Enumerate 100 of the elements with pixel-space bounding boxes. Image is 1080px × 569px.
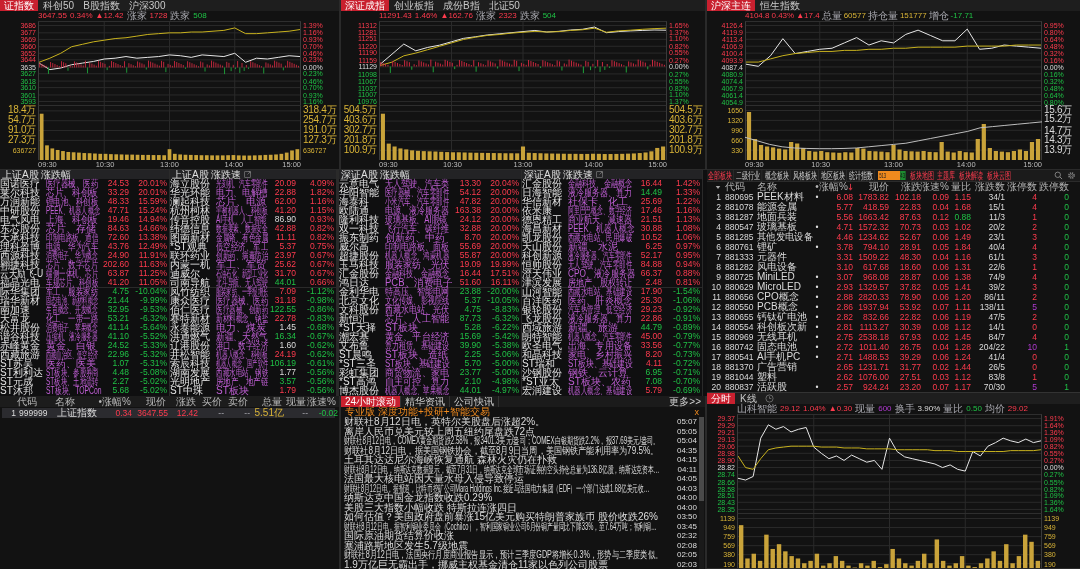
sector-tab[interactable]: 全部板块 (707, 170, 734, 181)
news-tab[interactable]: 精华资讯 (401, 396, 451, 407)
sector-link[interactable]: 板块云图 (985, 170, 1012, 181)
stock-name[interactable]: 鸿日达 (339, 278, 369, 287)
news-headline[interactable]: 美股三大指数小幅收跌 特斯拉连涨四日 (344, 502, 517, 512)
news-tab[interactable]: 24小时滚动 (341, 396, 402, 407)
sector-name[interactable]: 地面兵装 (757, 212, 797, 222)
stock-name[interactable]: 振东制药 (339, 233, 379, 242)
stock-name[interactable]: 海立股份 (170, 179, 210, 188)
stock-name[interactable]: 西域旅游 (522, 323, 562, 332)
stock-name[interactable]: 湖南发展 (170, 368, 210, 377)
stock-name[interactable]: 双一科技 (339, 224, 379, 233)
stock-name[interactable]: 纬德信息 (170, 224, 210, 233)
column-header[interactable]: 涨幅% (102, 396, 130, 407)
stock-name[interactable]: 光明地产 (170, 377, 210, 386)
news-headline[interactable]: 纳斯达克中国金龙指数收跌0.29% (344, 493, 493, 503)
stock-name[interactable]: 博杰股份 (339, 386, 379, 395)
stock-name[interactable]: 万润新能 (0, 197, 40, 206)
news-headline[interactable]: 财联社8月12日电，据报道，比特币挖矿公司Mara Holdings Inc.接近与法国电力集团（EDF）一个部门达成1.68亿美元收… (344, 483, 650, 493)
column-header[interactable]: 跌停数 (1039, 182, 1069, 192)
sector-name[interactable]: 无线耳机 (757, 332, 797, 342)
sector-name[interactable]: 塑料 (757, 372, 777, 382)
stock-name[interactable]: 松井股份 (0, 323, 40, 332)
stock-name[interactable]: 百洋医药 (522, 296, 562, 305)
sector-link[interactable]: 板块地图 (908, 170, 935, 181)
column-header[interactable]: 买价 (196, 396, 222, 407)
stock-name[interactable]: 辽港股份 (170, 341, 210, 350)
news-headline[interactable]: 1.9万亿巨无霸出手，挪威主权基金清仓11家以色列公司股票 (344, 559, 609, 569)
stock-name[interactable]: 华信新材 (522, 197, 562, 206)
sector-name[interactable]: AI手机PC (757, 352, 801, 362)
stock-name[interactable]: *ST天择 (339, 323, 376, 332)
sector-name[interactable]: 钙钛矿电池 (757, 312, 807, 322)
stock-name[interactable]: ST利利达 (0, 368, 43, 377)
stock-name[interactable]: 海昌新材 (522, 224, 562, 233)
promo-text[interactable]: 深度功能+投研+智能交易 (378, 407, 490, 417)
news-headline[interactable]: 财联社8月12日电，据美国钢铁协会，截至8月9日当周，美国钢铁产能利用率为79.5%。 (344, 445, 659, 455)
stock-name[interactable]: 联环药业 (170, 251, 210, 260)
stock-name[interactable]: 和晶科技 (522, 350, 562, 359)
stock-name[interactable]: 山河智能 (522, 287, 562, 296)
sector-name[interactable]: PEEK材料 (757, 192, 804, 202)
sector-name[interactable]: 科创板次新 (757, 322, 807, 332)
column-header[interactable]: 名称 (757, 182, 777, 192)
column-header[interactable]: 现量 (282, 396, 306, 407)
news-headline[interactable]: 财联社8月12日电，据智利铜业委员会（Cochilco），智利国家铜业公司6月份铜产量同比下降33%，至7.64万吨；智利铜… (344, 521, 657, 531)
sector-name[interactable]: 固态电池 (757, 342, 797, 352)
stock-name[interactable]: 天承科技 (0, 233, 40, 242)
news-headline[interactable]: 财联社8月12日电，法国央行月度商业报告显示，预计三季度GDP将增长0.3%，形势与二季度类似。 (344, 550, 663, 560)
stock-name[interactable]: 洪通燃气 (170, 332, 210, 341)
stock-name[interactable]: 北京文化 (339, 296, 379, 305)
sector-name[interactable]: 广告营销 (757, 362, 797, 372)
news-headline[interactable]: 财联社8月12日电，纳斯达克数据显示，截至7月31日，纳斯达克全球市场证券的空头持仓总量为136.8亿股，纳斯达克资本… (344, 464, 660, 474)
stock-name[interactable]: 科创新源 (522, 251, 562, 260)
column-header[interactable]: 涨停数 (1007, 182, 1037, 192)
column-header[interactable]: 涨幅% (819, 182, 848, 192)
chart-tab[interactable]: 分时 (707, 393, 735, 404)
stock-name[interactable]: 西源科技 (0, 251, 40, 260)
column-header[interactable]: 涨跌 (166, 396, 196, 407)
sector-name[interactable]: PCB概念 (757, 302, 798, 312)
sector-name[interactable]: 能源金属 (757, 202, 797, 212)
stock-name[interactable]: 朗特智能 (522, 332, 562, 341)
stock-name[interactable]: 翱捷科技 (0, 260, 40, 269)
sector-tab[interactable]: 概念板块 (763, 170, 791, 181)
stock-name[interactable]: 谐谷科技 (0, 332, 40, 341)
sector-name[interactable]: CPO概念 (757, 292, 799, 302)
sector-tab[interactable]: 统计指数 (848, 170, 875, 181)
sector-tab[interactable]: 地区板块 (819, 170, 847, 181)
stock-name[interactable]: 传音控股 (170, 215, 210, 224)
stock-name[interactable]: 沙钢股份 (522, 368, 562, 377)
stock-name[interactable]: 际华集团 (0, 287, 40, 296)
stock-name[interactable]: 福晶光电 (0, 278, 40, 287)
stock-name[interactable]: 艾布鲁 (339, 341, 369, 350)
stock-name[interactable]: 华阳智能 (339, 188, 379, 197)
stock-name[interactable]: 司南导航 (170, 278, 210, 287)
sector-link[interactable]: 板块解读 (957, 170, 985, 181)
stock-name[interactable]: 莱尔科技 (0, 188, 40, 197)
stock-name[interactable]: 日海智能 (522, 188, 562, 197)
stock-name[interactable]: 德恩精工 (522, 215, 562, 224)
stock-name[interactable]: 依米康 (522, 206, 552, 215)
stock-name[interactable]: ST元成 (0, 377, 33, 386)
stock-name[interactable]: ST晨鸣 (339, 350, 372, 359)
news-headline[interactable]: 塞浦路斯地区发生5.7级地震 (344, 540, 468, 550)
stock-name[interactable]: 华光环能 (170, 188, 210, 197)
stock-name[interactable]: 内蒙一机 (170, 260, 210, 269)
stock-name[interactable]: 澄天伟业 (522, 269, 562, 278)
stock-name[interactable]: 西藏旅游 (0, 350, 40, 359)
news-headline[interactable]: 如何估值？美国政府盘前暴涨15亿美元购买特朗普家族币 股价收跌26% (344, 512, 658, 522)
column-header[interactable]: • (94, 396, 102, 407)
sector-link[interactable]: 主题库 (936, 170, 957, 181)
sector-tab[interactable]: 二级行业 (735, 170, 763, 181)
column-header[interactable]: 现价 (869, 182, 889, 192)
stock-name[interactable]: *ST观典 (170, 242, 207, 251)
more-link[interactable]: 更多>> (669, 396, 705, 407)
stock-name[interactable]: 欧圣电气 (522, 341, 562, 350)
stock-name[interactable]: 银轮股份 (522, 305, 562, 314)
stock-name[interactable]: ST中珠 (170, 386, 203, 395)
stock-name[interactable]: 海泰科 (339, 197, 369, 206)
sector-name[interactable]: 活跃股 (757, 382, 787, 392)
stock-name[interactable]: 佰仁医疗 (170, 305, 210, 314)
column-header[interactable]: 涨速% (920, 182, 949, 192)
stock-name[interactable]: 索辰科技 (170, 359, 210, 368)
